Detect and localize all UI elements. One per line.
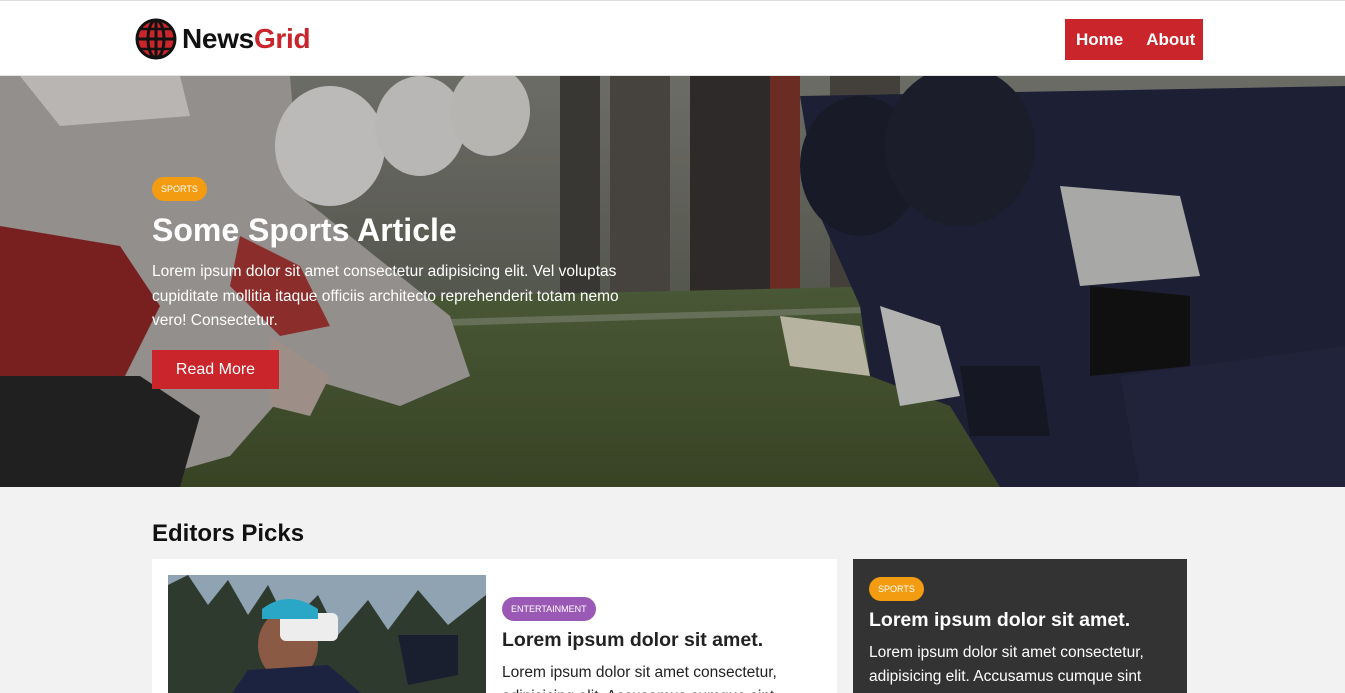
article-card[interactable]: ENTERTAINMENT Lorem ipsum dolor sit amet… [152, 559, 837, 693]
logo-grid: Grid [253, 23, 311, 54]
logo-news: News [182, 23, 254, 54]
article-body: ENTERTAINMENT Lorem ipsum dolor sit amet… [502, 597, 822, 693]
side-article-title[interactable]: Lorem ipsum dolor sit amet. [869, 609, 1169, 632]
category-badge[interactable]: ENTERTAINMENT [502, 597, 596, 621]
category-badge[interactable]: SPORTS [869, 577, 924, 601]
vr-photo [168, 575, 486, 693]
site-header: NewsGrid Home About [0, 0, 1345, 76]
read-more-button[interactable]: Read More [152, 349, 279, 389]
article-image[interactable] [168, 575, 486, 693]
hero-content: SPORTS Some Sports Article Lorem ipsum d… [152, 177, 652, 389]
side-article-body: SPORTS Lorem ipsum dolor sit amet. Lorem… [869, 577, 1169, 689]
nav-about[interactable]: About [1134, 30, 1206, 50]
hero-title[interactable]: Some Sports Article [152, 210, 652, 250]
side-article-card[interactable]: SPORTS Lorem ipsum dolor sit amet. Lorem… [853, 559, 1187, 693]
section-title: Editors Picks [152, 520, 305, 547]
article-excerpt: Lorem ipsum dolor sit amet consectetur, … [502, 664, 777, 693]
hero-section: SPORTS Some Sports Article Lorem ipsum d… [0, 76, 1345, 487]
logo-text: NewsGrid [182, 23, 311, 55]
hero-text: Lorem ipsum dolor sit amet consectetur a… [152, 263, 619, 329]
nav-home[interactable]: Home [1065, 30, 1134, 50]
side-article-excerpt: Lorem ipsum dolor sit amet consectetur, … [869, 644, 1144, 685]
globe-icon [135, 18, 177, 60]
logo[interactable]: NewsGrid [135, 18, 311, 60]
article-title[interactable]: Lorem ipsum dolor sit amet. [502, 629, 822, 652]
main-nav: Home About [1065, 19, 1203, 60]
category-badge[interactable]: SPORTS [152, 177, 207, 201]
